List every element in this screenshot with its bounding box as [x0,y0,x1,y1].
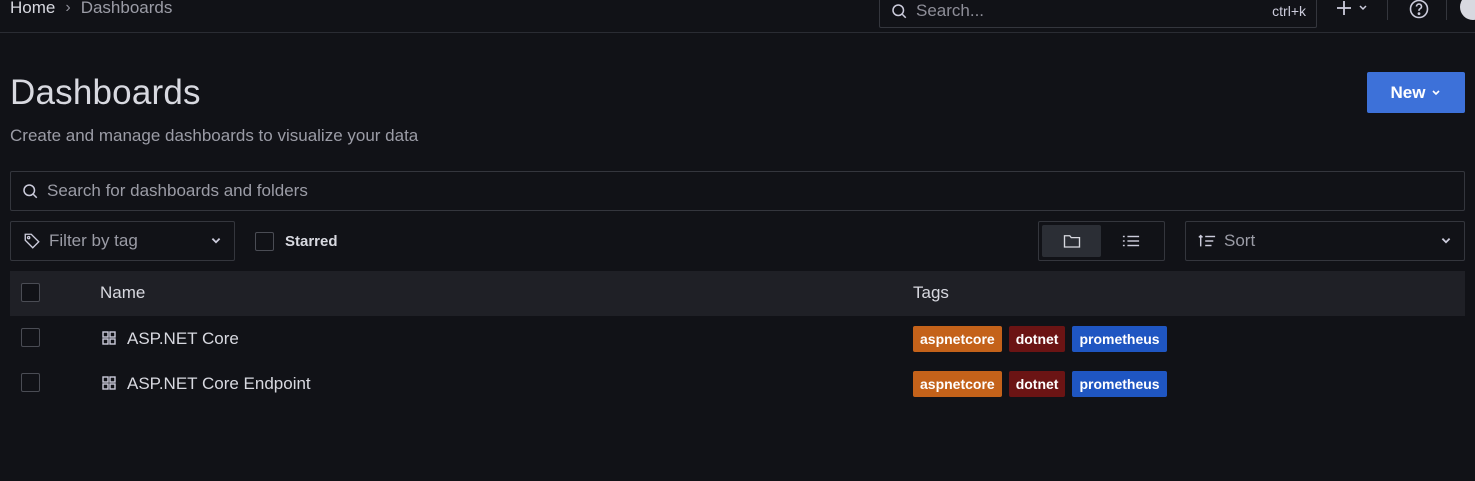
select-all-checkbox[interactable] [21,283,40,302]
sort-select[interactable]: Sort [1185,221,1465,261]
breadcrumb-home[interactable]: Home [10,0,55,18]
tag-badge[interactable]: aspnetcore [913,326,1002,352]
top-search-input[interactable]: Search... ctrl+k [879,0,1317,28]
search-placeholder: Search for dashboards and folders [47,181,308,200]
starred-filter[interactable]: Starred [255,232,338,251]
top-bar: Home › Dashboards Search... ctrl+k [0,0,1475,33]
top-search-placeholder: Search... [916,1,985,20]
row-checkbox[interactable] [21,328,40,347]
chevron-down-icon [1359,5,1367,11]
dashboard-link[interactable]: ASP.NET Core Endpoint [127,374,311,394]
breadcrumb-separator: › [65,0,71,16]
new-button-label: New [1390,82,1426,102]
starred-checkbox[interactable] [255,232,274,251]
page-subtitle: Create and manage dashboards to visualiz… [10,126,419,145]
table-row[interactable]: ASP.NET Core Endpoint aspnetcore dotnet … [10,361,1465,406]
plus-icon [1337,1,1351,15]
list-icon [1122,235,1139,247]
folder-icon [1063,235,1080,248]
sort-placeholder: Sort [1224,231,1256,250]
divider [1387,0,1388,20]
tag-icon [24,233,40,249]
chevron-down-icon [1432,89,1441,95]
tag-badge[interactable]: prometheus [1072,326,1167,352]
tag-list: aspnetcore dotnet prometheus [913,371,1167,397]
table-row[interactable]: ASP.NET Core aspnetcore dotnet prometheu… [10,316,1465,361]
tag-badge[interactable]: aspnetcore [913,371,1002,397]
breadcrumb: Home › Dashboards [10,0,172,19]
sort-icon [1198,234,1216,247]
dashboard-search-input[interactable]: Search for dashboards and folders [10,171,1465,211]
divider [1446,0,1447,20]
dashboard-link[interactable]: ASP.NET Core [127,329,239,349]
row-checkbox[interactable] [21,373,40,392]
breadcrumb-current: Dashboards [80,0,173,17]
help-button[interactable] [1408,0,1430,20]
add-menu-button[interactable] [1327,0,1377,20]
tag-badge[interactable]: dotnet [1008,371,1066,397]
search-icon [23,184,38,199]
search-icon [892,4,907,19]
column-header-name: Name [100,283,146,302]
dashboard-grid-icon [102,331,116,345]
keyboard-shortcut: ctrl+k [1272,3,1306,19]
tag-badge[interactable]: prometheus [1072,371,1167,397]
chevron-down-icon [211,237,221,244]
starred-label: Starred [285,233,338,250]
dashboard-grid-icon [102,376,116,390]
tag-badge[interactable]: dotnet [1008,326,1066,352]
page-title: Dashboards [10,73,201,112]
folder-view-button[interactable] [1042,225,1101,257]
column-header-tags: Tags [913,283,949,302]
tag-filter-select[interactable]: Filter by tag [10,221,235,261]
new-button[interactable]: New [1367,72,1465,113]
view-toggle [1038,221,1165,261]
tag-filter-placeholder: Filter by tag [49,231,138,250]
chevron-down-icon [1441,237,1451,244]
avatar[interactable] [1460,0,1475,20]
table-header: Name Tags [10,271,1465,316]
tag-list: aspnetcore dotnet prometheus [913,326,1167,352]
list-view-button[interactable] [1101,225,1160,257]
help-icon [1409,0,1429,19]
